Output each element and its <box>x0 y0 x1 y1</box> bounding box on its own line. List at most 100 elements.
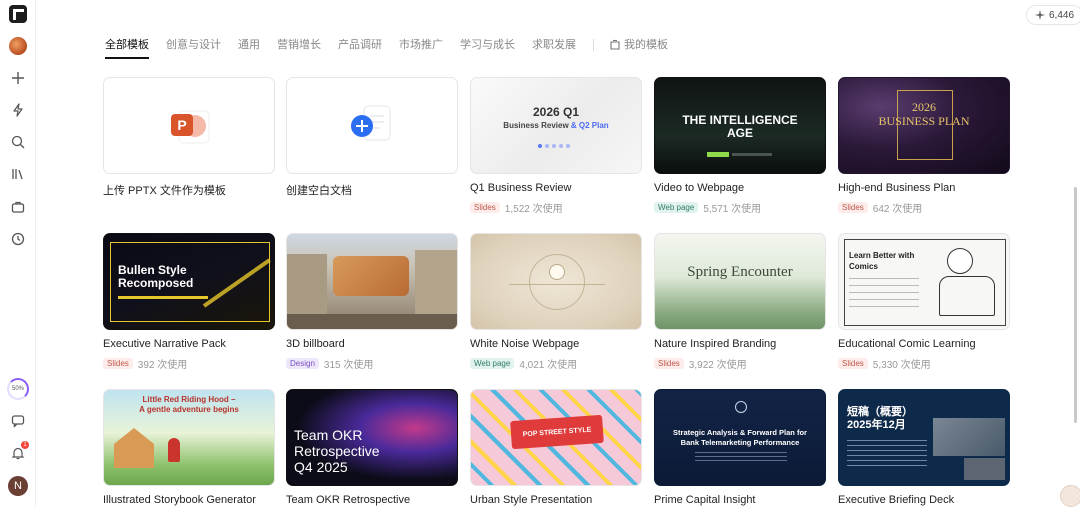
type-tag: Slides <box>103 358 133 369</box>
thumb-title: POP STREET STYLE <box>522 426 592 438</box>
workspace-avatar[interactable] <box>9 37 27 55</box>
template-card[interactable]: White Noise Webpage Web page 4,021 次使用 <box>470 233 642 371</box>
tab-all[interactable]: 全部模板 <box>105 37 149 59</box>
template-card[interactable]: 2026 Q1 Business Review & Q2 Plan Q1 Bus… <box>470 77 642 215</box>
my-templates-icon <box>610 39 620 50</box>
card-meta: Slides 1,522 次使用 <box>470 200 642 215</box>
search-icon[interactable] <box>8 132 28 152</box>
thumb-title-line3: Q4 2025 <box>294 459 348 475</box>
card-meta: Slides 642 次使用 <box>838 200 1010 215</box>
user-avatar[interactable]: N <box>8 476 28 496</box>
thumb-title-line2: AGE <box>726 126 753 140</box>
card-title: Q1 Business Review <box>470 182 572 194</box>
blank-doc-card[interactable]: 创建空白文档 <box>286 77 458 198</box>
template-thumbnail[interactable] <box>470 233 642 330</box>
card-title: Team OKR Retrospective <box>286 494 411 506</box>
chat-icon[interactable] <box>8 411 28 431</box>
card-title: Nature Inspired Branding <box>654 338 777 350</box>
blank-thumbnail[interactable] <box>286 77 458 174</box>
card-title: Urban Style Presentation <box>470 494 593 506</box>
template-thumbnail[interactable]: THE INTELLIGENCE AGE <box>654 77 826 174</box>
upload-pptx-card[interactable]: P 上传 PPTX 文件作为模板 <box>103 77 275 198</box>
template-thumbnail[interactable]: POP STREET STYLE <box>470 389 642 486</box>
usage-count: 392 次使用 <box>137 360 188 371</box>
tab-career[interactable]: 求职发展 <box>532 37 576 59</box>
template-card[interactable]: Learn Better with Comics Educational Com… <box>838 233 1010 371</box>
template-thumbnail[interactable]: Learn Better with Comics <box>838 233 1010 330</box>
new-icon[interactable] <box>8 68 28 88</box>
usage-count: 1,522 次使用 <box>504 204 563 215</box>
thumb-title: Spring Encounter <box>687 264 793 280</box>
type-tag: Slides <box>838 202 868 213</box>
card-title: 3D billboard <box>286 338 345 350</box>
template-card[interactable]: 3D billboard Design 315 次使用 <box>286 233 458 371</box>
tab-promotion[interactable]: 市场推广 <box>399 37 443 59</box>
template-thumbnail[interactable]: Little Red Riding Hood – A gentle advent… <box>103 389 275 486</box>
card-meta: Web page 4,021 次使用 <box>470 356 642 371</box>
template-thumbnail[interactable] <box>286 233 458 330</box>
template-thumbnail[interactable]: 2026 Q1 Business Review & Q2 Plan <box>470 77 642 174</box>
template-thumbnail[interactable]: Bullen Style Recomposed <box>103 233 275 330</box>
template-card[interactable]: Strategic Analysis & Forward Plan for Ba… <box>654 389 826 506</box>
template-card[interactable]: Team OKR Retrospective Q4 2025 Team OKR … <box>286 389 458 506</box>
template-thumbnail[interactable]: Spring Encounter <box>654 233 826 330</box>
template-card[interactable]: Spring Encounter Nature Inspired Brandin… <box>654 233 826 371</box>
type-tag: Slides <box>654 358 684 369</box>
type-tag: Design <box>286 358 319 369</box>
template-card[interactable]: Bullen Style Recomposed Executive Narrat… <box>103 233 275 371</box>
scrollbar[interactable] <box>1074 187 1077 423</box>
usage-progress[interactable]: 50% <box>7 378 29 400</box>
template-card[interactable]: 短稿（概要） 2025年12月 Executive Briefing Deck <box>838 389 1010 506</box>
tab-general[interactable]: 通用 <box>238 37 260 59</box>
template-card[interactable]: THE INTELLIGENCE AGE Video to Webpage We… <box>654 77 826 215</box>
tab-marketing[interactable]: 营销增长 <box>277 37 321 59</box>
tab-divider <box>593 39 594 51</box>
card-title: Executive Briefing Deck <box>838 494 955 506</box>
tab-creative[interactable]: 创意与设计 <box>166 37 221 59</box>
template-thumbnail[interactable]: 2026 BUSINESS PLAN <box>838 77 1010 174</box>
card-meta: Design 315 次使用 <box>286 356 458 371</box>
lightning-icon[interactable] <box>8 100 28 120</box>
card-meta: Web page 5,571 次使用 <box>654 200 826 215</box>
template-thumbnail[interactable]: 短稿（概要） 2025年12月 <box>838 389 1010 486</box>
upload-thumbnail[interactable]: P <box>103 77 275 174</box>
library-icon[interactable] <box>8 164 28 184</box>
template-card[interactable]: Little Red Riding Hood – A gentle advent… <box>103 389 275 506</box>
template-card[interactable]: POP STREET STYLE Urban Style Presentatio… <box>470 389 642 506</box>
emblem-icon <box>735 401 747 413</box>
thumb-title-line2: Recomposed <box>118 276 194 290</box>
template-card[interactable]: 2026 BUSINESS PLAN High-end Business Pla… <box>838 77 1010 215</box>
credits-chip[interactable]: 6,446 <box>1026 5 1080 25</box>
assistant-avatar[interactable] <box>1060 485 1080 507</box>
thumb-year: 2026 <box>912 100 936 114</box>
thumb-title-line2: Retrospective <box>294 443 380 459</box>
character <box>168 438 180 462</box>
notification-badge: 1 <box>21 441 29 449</box>
card-meta: Slides 5,330 次使用 <box>838 356 1010 371</box>
card-title: 创建空白文档 <box>286 185 352 197</box>
credits-value: 6,446 <box>1049 9 1075 21</box>
template-thumbnail[interactable]: Strategic Analysis & Forward Plan for Ba… <box>654 389 826 486</box>
card-title: Educational Comic Learning <box>838 338 976 350</box>
template-thumbnail[interactable]: Team OKR Retrospective Q4 2025 <box>286 389 458 486</box>
powerpoint-icon: P <box>171 110 210 143</box>
usage-count: 5,330 次使用 <box>872 360 931 371</box>
tab-my-templates[interactable]: 我的模板 <box>609 37 668 59</box>
type-tag: Slides <box>838 358 868 369</box>
comic-character <box>947 248 973 274</box>
left-rail: 50% 1 N <box>0 0 36 507</box>
new-document-icon <box>351 105 391 140</box>
briefcase-icon[interactable] <box>8 197 28 217</box>
tab-product-research[interactable]: 产品调研 <box>338 37 382 59</box>
thumb-title: Strategic Analysis & Forward Plan for <box>673 428 807 437</box>
thumb-title: Little Red Riding Hood – <box>142 395 236 404</box>
card-title: White Noise Webpage <box>470 338 580 350</box>
thumb-subtitle-accent: & Q2 Plan <box>570 121 609 130</box>
history-icon[interactable] <box>8 229 28 249</box>
thumb-title: 2026 Q1 <box>532 105 580 119</box>
tab-learning[interactable]: 学习与成长 <box>460 37 515 59</box>
card-title: Illustrated Storybook Generator <box>103 494 256 506</box>
sparkle-icon <box>1035 10 1045 20</box>
app-logo[interactable] <box>9 5 27 23</box>
card-title: Video to Webpage <box>654 182 745 194</box>
